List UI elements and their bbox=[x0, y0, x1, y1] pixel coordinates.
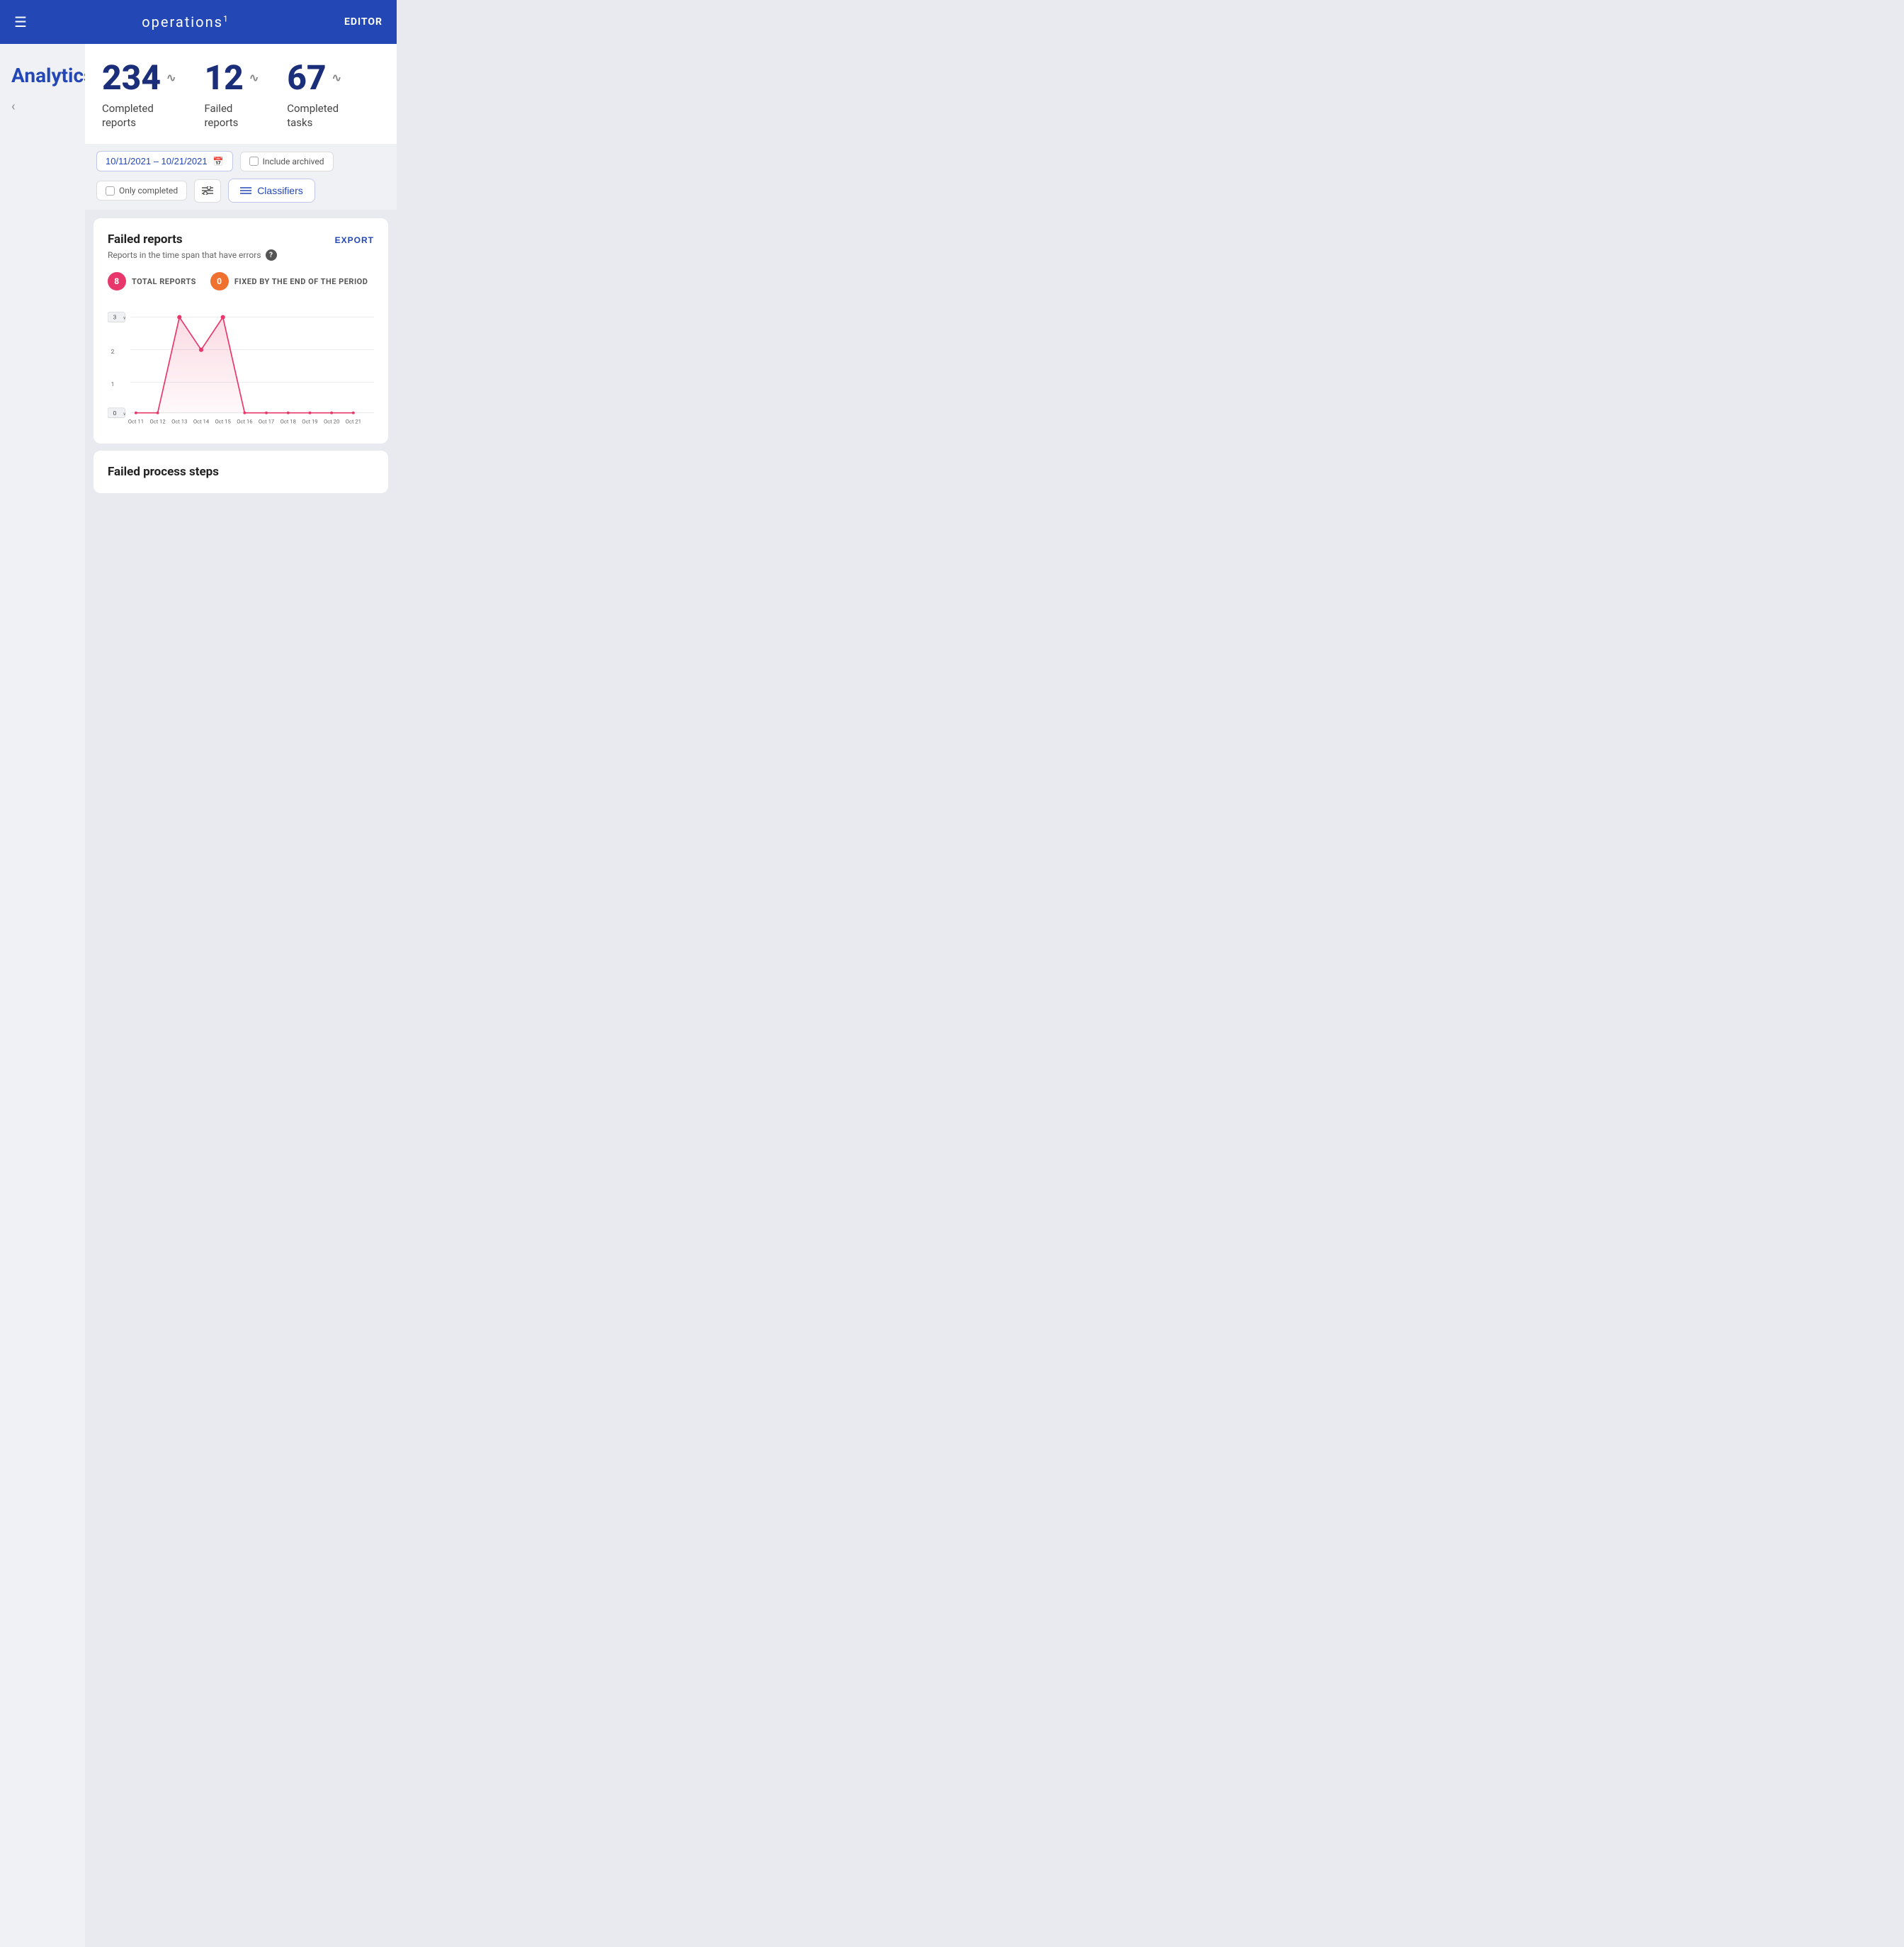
legend-label-fixed: FIXED BY THE END OF THE PERIOD bbox=[234, 277, 368, 286]
stat-completed-tasks-number: 67 ∿ bbox=[287, 61, 341, 95]
stat-failed-reports-label: Failedreports bbox=[204, 102, 259, 130]
sidebar-title: Analytics bbox=[11, 64, 74, 88]
svg-text:Oct 18: Oct 18 bbox=[280, 418, 296, 424]
only-completed-label: Only completed bbox=[119, 186, 178, 196]
filter-settings-button[interactable] bbox=[194, 179, 221, 203]
svg-text:∨: ∨ bbox=[123, 316, 125, 321]
calendar-icon: 📅 bbox=[213, 157, 224, 167]
app-title: operations1 bbox=[142, 13, 229, 30]
svg-text:0: 0 bbox=[113, 410, 117, 417]
data-point-oct13 bbox=[177, 315, 181, 320]
date-range-button[interactable]: 10/11/2021 – 10/21/2021 📅 bbox=[96, 151, 233, 171]
svg-text:∨: ∨ bbox=[123, 412, 125, 417]
settings-icon bbox=[202, 186, 213, 195]
classifiers-icon bbox=[240, 186, 251, 195]
y-axis: 3 ∨ 2 1 0 ∨ bbox=[108, 312, 126, 418]
svg-text:Oct 11: Oct 11 bbox=[128, 418, 144, 424]
legend-badge-total: 8 bbox=[108, 272, 126, 290]
svg-text:Oct 15: Oct 15 bbox=[215, 418, 231, 424]
chart-legend: 8 TOTAL REPORTS 0 FIXED BY THE END OF TH… bbox=[108, 272, 374, 290]
checkbox-icon bbox=[249, 157, 259, 166]
classifiers-label: Classifiers bbox=[257, 185, 303, 196]
stats-row: 234 ∿ Completedreports 12 ∿ Failedreport… bbox=[85, 44, 397, 144]
chart-container: 3 ∨ 2 1 0 ∨ bbox=[108, 305, 374, 432]
date-range-text: 10/11/2021 – 10/21/2021 bbox=[106, 156, 208, 167]
svg-text:Oct 12: Oct 12 bbox=[149, 418, 166, 424]
stat-completed-reports-number: 234 ∿ bbox=[102, 61, 176, 95]
stat-completed-tasks-trend: ∿ bbox=[332, 72, 341, 84]
include-archived-label: Include archived bbox=[263, 157, 324, 167]
data-point-oct19 bbox=[309, 412, 312, 414]
failed-reports-card: Failed reports Reports in the time span … bbox=[94, 218, 388, 444]
main-layout: Analytics ‹ 234 ∿ Completedreports 12 ∿ … bbox=[0, 44, 397, 1947]
chart-subtitle: Reports in the time span that have error… bbox=[108, 249, 277, 261]
stat-failed-reports: 12 ∿ Failedreports bbox=[204, 61, 259, 130]
chart-title: Failed reports bbox=[108, 232, 277, 247]
menu-icon[interactable]: ☰ bbox=[14, 13, 27, 30]
stat-completed-tasks: 67 ∿ Completedtasks bbox=[287, 61, 341, 130]
sidebar-back-button[interactable]: ‹ bbox=[11, 99, 74, 114]
legend-fixed-reports: 0 FIXED BY THE END OF THE PERIOD bbox=[210, 272, 368, 290]
data-point-oct11 bbox=[135, 412, 137, 414]
svg-text:3: 3 bbox=[113, 315, 117, 322]
stat-completed-reports-label: Completedreports bbox=[102, 102, 176, 130]
content-area: 234 ∿ Completedreports 12 ∿ Failedreport… bbox=[85, 44, 397, 1947]
help-icon[interactable]: ? bbox=[266, 249, 277, 261]
legend-label-total: TOTAL REPORTS bbox=[132, 277, 196, 286]
stat-failed-reports-trend: ∿ bbox=[249, 72, 259, 84]
svg-text:1: 1 bbox=[111, 381, 115, 388]
stat-failed-reports-number: 12 ∿ bbox=[204, 61, 259, 95]
svg-text:Oct 19: Oct 19 bbox=[302, 418, 317, 424]
chart-svg: 3 ∨ 2 1 0 ∨ bbox=[108, 305, 374, 429]
data-point-oct17 bbox=[265, 412, 268, 414]
app-title-sup: 1 bbox=[223, 13, 230, 23]
data-point-oct21 bbox=[352, 412, 355, 414]
svg-text:Oct 14: Oct 14 bbox=[193, 418, 210, 424]
checkbox-icon-2 bbox=[106, 186, 115, 196]
stat-completed-tasks-label: Completedtasks bbox=[287, 102, 341, 130]
filters-row: 10/11/2021 – 10/21/2021 📅 Include archiv… bbox=[85, 144, 397, 210]
data-point-oct18 bbox=[287, 412, 290, 414]
svg-text:Oct 16: Oct 16 bbox=[237, 418, 252, 424]
failed-process-steps-title: Failed process steps bbox=[108, 465, 374, 479]
classifiers-button[interactable]: Classifiers bbox=[228, 179, 315, 203]
svg-text:2: 2 bbox=[111, 349, 115, 356]
stat-completed-reports: 234 ∿ Completedreports bbox=[102, 61, 176, 130]
data-point-oct14 bbox=[199, 348, 203, 352]
data-point-oct20 bbox=[330, 412, 333, 414]
svg-text:Oct 21: Oct 21 bbox=[346, 418, 361, 424]
only-completed-checkbox[interactable]: Only completed bbox=[96, 181, 187, 201]
editor-label: EDITOR bbox=[344, 16, 382, 28]
failed-process-steps-card: Failed process steps bbox=[94, 451, 388, 493]
data-point-oct15 bbox=[221, 315, 225, 320]
include-archived-checkbox[interactable]: Include archived bbox=[240, 152, 334, 171]
svg-text:Oct 17: Oct 17 bbox=[259, 418, 274, 424]
sidebar: Analytics ‹ bbox=[0, 44, 85, 1947]
export-button[interactable]: EXPORT bbox=[335, 232, 374, 245]
data-point-oct12 bbox=[157, 412, 159, 414]
data-point-oct16 bbox=[243, 412, 246, 414]
legend-total-reports: 8 TOTAL REPORTS bbox=[108, 272, 196, 290]
svg-text:Oct 20: Oct 20 bbox=[324, 418, 339, 424]
svg-text:Oct 13: Oct 13 bbox=[171, 418, 187, 424]
x-axis: Oct 11 Oct 12 Oct 13 Oct 14 Oct 15 Oct 1… bbox=[128, 418, 361, 424]
app-header: ☰ operations1 EDITOR bbox=[0, 0, 397, 44]
stat-completed-reports-trend: ∿ bbox=[166, 72, 176, 84]
legend-badge-fixed: 0 bbox=[210, 272, 229, 290]
